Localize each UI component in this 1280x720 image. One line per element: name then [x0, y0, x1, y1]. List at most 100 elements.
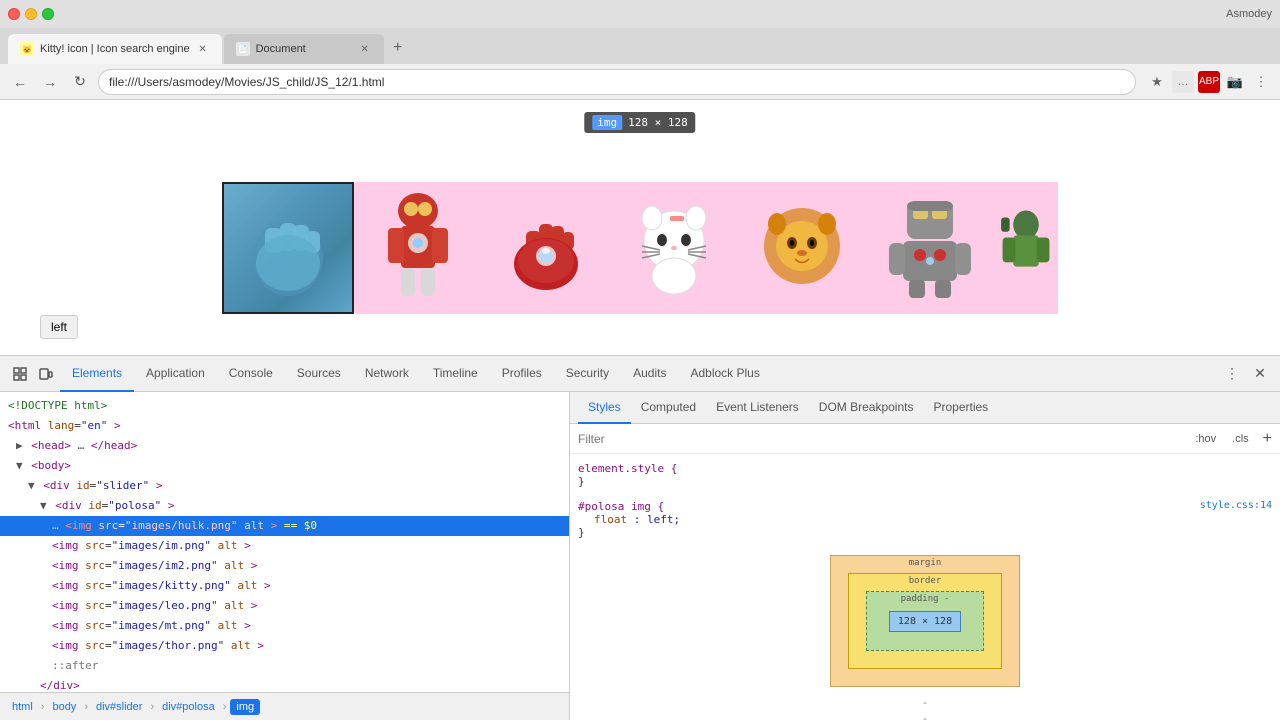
profile-name: Asmodey [1226, 8, 1272, 20]
box-content: 128 × 128 [889, 611, 961, 632]
dom-head[interactable]: ▶ <head> … </head> [0, 436, 569, 456]
tab-console[interactable]: Console [217, 356, 285, 392]
styles-tab-properties[interactable]: Properties [923, 392, 998, 424]
iron-man-svg [373, 191, 463, 301]
dom-div-slider[interactable]: ▼ <div id="slider" > [0, 476, 569, 496]
left-button[interactable]: left [40, 315, 78, 339]
breadcrumb-div-polosa[interactable]: div#polosa [158, 699, 219, 715]
minimize-button[interactable] [25, 8, 37, 20]
tab-elements[interactable]: Elements [60, 356, 134, 392]
dom-img-im[interactable]: <img src="images/im.png" alt > [0, 536, 569, 556]
css-rule-element-style: element.style { } [578, 462, 1272, 488]
thor-img [994, 182, 1058, 310]
breadcrumb-img[interactable]: img [230, 699, 260, 715]
iron-man-img [354, 182, 482, 310]
inspect-element-icon[interactable] [8, 362, 32, 386]
styles-tab-computed[interactable]: Computed [631, 392, 706, 424]
css-source-link[interactable]: style.css:14 [1200, 500, 1272, 511]
new-tab-button[interactable]: + [386, 36, 410, 60]
dom-div-polosa[interactable]: ▼ <div id="polosa" > [0, 496, 569, 516]
abp-icon[interactable]: ABP [1198, 71, 1220, 93]
dom-div-polosa-close[interactable]: </div> [0, 676, 569, 692]
back-button[interactable]: ← [8, 70, 32, 94]
url-text: file:///Users/asmodey/Movies/JS_child/JS… [109, 75, 384, 89]
tab-timeline[interactable]: Timeline [421, 356, 490, 392]
styles-tab-dom-breakpoints[interactable]: DOM Breakpoints [809, 392, 924, 424]
breadcrumb-body[interactable]: body [48, 699, 80, 715]
browser-chrome: Asmodey 🐱 Kitty! icon | Icon search engi… [0, 0, 1280, 100]
tab-security[interactable]: Security [554, 356, 621, 392]
devtools-panel: Elements Application Console Sources Net… [0, 355, 1280, 720]
forward-button[interactable]: → [38, 70, 62, 94]
maximize-button[interactable] [42, 8, 54, 20]
box-model-container: margin border padding - [578, 555, 1272, 687]
dom-content[interactable]: <!DOCTYPE html> <html lang="en" > ▶ <hea… [0, 392, 569, 692]
cls-button[interactable]: .cls [1226, 431, 1255, 447]
selected-image-border [222, 182, 354, 314]
add-style-rule-button[interactable]: + [1263, 430, 1272, 448]
devtools-body: <!DOCTYPE html> <html lang="en" > ▶ <hea… [0, 392, 1280, 720]
css-rule-polosa-img: #polosa img { style.css:14 float : left;… [578, 500, 1272, 539]
dom-panel: <!DOCTYPE html> <html lang="en" > ▶ <hea… [0, 392, 570, 720]
dom-after[interactable]: ::after [0, 656, 569, 676]
devtools-more-icon[interactable]: ⋮ [1220, 362, 1244, 386]
img-tooltip: img 128 × 128 [584, 112, 695, 133]
extensions-icon[interactable]: … [1172, 71, 1194, 93]
tab-close-btn[interactable]: ✕ [196, 42, 210, 56]
tab2-close-btn[interactable]: ✕ [358, 42, 372, 56]
tab1-label: Kitty! icon | Icon search engine [40, 43, 190, 55]
dom-body-open[interactable]: ▼ <body> [0, 456, 569, 476]
devtools-close-icon[interactable]: ✕ [1248, 362, 1272, 386]
title-bar: Asmodey [0, 0, 1280, 28]
tab2-label: Document [256, 43, 306, 55]
breadcrumb-html[interactable]: html [8, 699, 37, 715]
styles-tab-event-listeners[interactable]: Event Listeners [706, 392, 809, 424]
tabs-bar: 🐱 Kitty! icon | Icon search engine ✕ 📄 D… [0, 28, 1280, 64]
breadcrumb-div-slider[interactable]: div#slider [92, 699, 146, 715]
inactive-tab[interactable]: 📄 Document ✕ [224, 34, 384, 64]
tab-profiles[interactable]: Profiles [490, 356, 554, 392]
devtools-header: Elements Application Console Sources Net… [0, 356, 1280, 392]
dom-img-leo[interactable]: <img src="images/leo.png" alt > [0, 596, 569, 616]
tooltip-size: 128 × 128 [628, 116, 688, 129]
hello-kitty-img [610, 182, 738, 310]
bookmark-icon[interactable]: ★ [1146, 71, 1168, 93]
robot-svg [885, 193, 975, 298]
dom-img-hulk[interactable]: … <img src="images/hulk.png" alt > == $0 [0, 516, 569, 536]
filter-actions: :hov .cls [1189, 431, 1254, 447]
hov-button[interactable]: :hov [1189, 431, 1222, 447]
filter-input[interactable] [578, 432, 1181, 446]
tab-favicon: 🐱 [20, 42, 34, 56]
tooltip-tag: img [592, 115, 622, 130]
tab-audits[interactable]: Audits [621, 356, 678, 392]
styles-tabs: Styles Computed Event Listeners DOM Brea… [570, 392, 1280, 424]
devtools-tabs: Elements Application Console Sources Net… [60, 356, 1218, 392]
dom-img-mt[interactable]: <img src="images/mt.png" alt > [0, 616, 569, 636]
tab-sources[interactable]: Sources [285, 356, 353, 392]
thor-svg [994, 196, 1058, 296]
dom-html[interactable]: <html lang="en" > [0, 416, 569, 436]
dom-img-thor[interactable]: <img src="images/thor.png" alt > [0, 636, 569, 656]
iron-glove-img [482, 182, 610, 310]
more-icon[interactable]: ⋮ [1250, 71, 1272, 93]
hello-kitty-svg [632, 196, 717, 296]
close-button[interactable] [8, 8, 20, 20]
styles-panel: Styles Computed Event Listeners DOM Brea… [570, 392, 1280, 720]
tab-adblock[interactable]: Adblock Plus [678, 356, 771, 392]
camera-icon[interactable]: 📷 [1224, 71, 1246, 93]
dom-img-kitty[interactable]: <img src="images/kitty.png" alt > [0, 576, 569, 596]
box-content-wrapper: 128 × 128 [830, 555, 1020, 687]
image-strip [222, 182, 1058, 314]
tab-network[interactable]: Network [353, 356, 421, 392]
device-mode-icon[interactable] [34, 362, 58, 386]
tab-application[interactable]: Application [134, 356, 217, 392]
filter-bar: :hov .cls + [570, 424, 1280, 454]
styles-tab-styles[interactable]: Styles [578, 392, 631, 424]
active-tab[interactable]: 🐱 Kitty! icon | Icon search engine ✕ [8, 34, 222, 64]
refresh-button[interactable]: ↻ [68, 70, 92, 94]
dom-img-im2[interactable]: <img src="images/im2.png" alt > [0, 556, 569, 576]
lion-img [738, 182, 866, 310]
box-model: margin border padding - [830, 555, 1020, 687]
dom-doctype[interactable]: <!DOCTYPE html> [0, 396, 569, 416]
address-bar[interactable]: file:///Users/asmodey/Movies/JS_child/JS… [98, 69, 1136, 95]
